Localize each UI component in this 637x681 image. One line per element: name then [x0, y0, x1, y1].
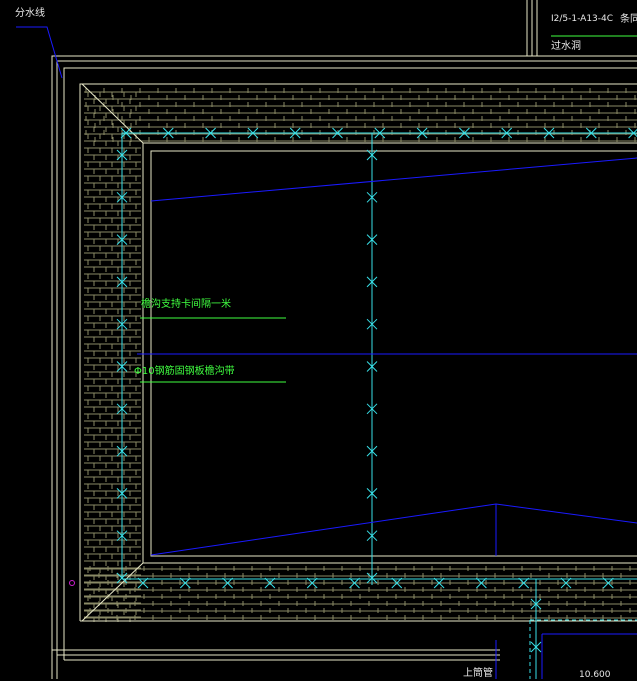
- elevation-label: 10.600: [579, 670, 611, 680]
- drawing-code-label: I2/5-1-A13-4C: [551, 14, 614, 24]
- brick-hatch-pattern: [84, 88, 637, 622]
- support-spacing-note: 檐沟支持卡间隔一米: [141, 299, 231, 310]
- drain-hole-label: 过水洞: [551, 41, 581, 52]
- water-divide-label: 分水线: [15, 8, 45, 19]
- rebar-note: Φ10钢筋固钢板檐沟带: [134, 366, 235, 377]
- downpipe-label: 上筒管: [463, 668, 493, 679]
- cad-drawing-canvas: [0, 0, 637, 679]
- top-right-label: 条同: [620, 14, 637, 25]
